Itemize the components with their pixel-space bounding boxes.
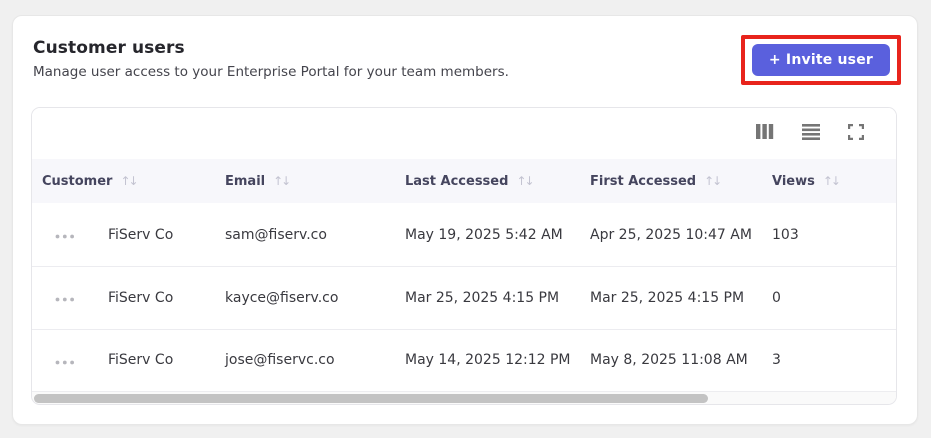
table-row[interactable]: FiServ Co jose@fiservc.co May 14, 2025 1… (32, 328, 896, 392)
column-label: Views (772, 173, 815, 189)
row-action-cell (32, 223, 98, 246)
cell-customer: FiServ Co (108, 352, 174, 369)
card-header: Customer users Manage user access to you… (13, 16, 917, 85)
columns-icon (756, 124, 774, 142)
fullscreen-icon (848, 123, 864, 143)
sort-icon[interactable]: ↑↓ (516, 174, 534, 188)
table-header-row: Customer ↑↓ Email ↑↓ Last Accessed ↑↓ Fi… (32, 158, 896, 204)
annotation-highlight-box: + Invite user (740, 35, 901, 85)
density-button[interactable] (800, 122, 822, 145)
cell-email: sam@fiserv.co (225, 226, 327, 243)
row-menu-button[interactable] (53, 286, 77, 309)
ellipsis-icon (55, 290, 75, 305)
sort-icon[interactable]: ↑↓ (273, 174, 291, 188)
column-label: First Accessed (590, 173, 697, 189)
scrollbar-thumb[interactable] (34, 394, 708, 404)
column-label: Last Accessed (405, 173, 509, 189)
row-menu-button[interactable] (53, 223, 77, 246)
table-toolbar (32, 108, 896, 159)
cell-first-accessed: May 8, 2025 11:08 AM (590, 352, 748, 369)
sort-icon[interactable]: ↑↓ (823, 174, 841, 188)
row-menu-button[interactable] (53, 349, 77, 372)
column-header-first-accessed[interactable]: First Accessed ↑↓ (580, 174, 762, 189)
sort-icon[interactable]: ↑↓ (704, 174, 722, 188)
cell-first-accessed: Mar 25, 2025 4:15 PM (590, 289, 745, 306)
cell-customer: FiServ Co (108, 289, 174, 306)
horizontal-scrollbar[interactable] (32, 391, 896, 404)
ellipsis-icon (55, 227, 75, 242)
cell-views: 0 (772, 289, 781, 306)
table-row[interactable]: FiServ Co kayce@fiserv.co Mar 25, 2025 4… (32, 265, 896, 329)
column-header-last-accessed[interactable]: Last Accessed ↑↓ (395, 174, 580, 189)
cell-customer: FiServ Co (108, 226, 174, 243)
fullscreen-button[interactable] (846, 122, 866, 145)
ellipsis-icon (55, 353, 75, 368)
users-table: Customer ↑↓ Email ↑↓ Last Accessed ↑↓ Fi… (31, 107, 897, 405)
cell-last-accessed: May 19, 2025 5:42 AM (405, 226, 563, 243)
columns-button[interactable] (754, 122, 776, 144)
column-header-views[interactable]: Views ↑↓ (762, 174, 896, 189)
invite-user-button[interactable]: + Invite user (751, 44, 890, 76)
row-action-cell (32, 286, 98, 309)
column-label: Customer (42, 173, 113, 189)
density-icon (802, 123, 820, 143)
page-title: Customer users (33, 38, 185, 58)
sort-icon[interactable]: ↑↓ (120, 174, 138, 188)
cell-first-accessed: Apr 25, 2025 10:47 AM (590, 226, 752, 243)
page-subtitle: Manage user access to your Enterprise Po… (33, 64, 509, 80)
customer-users-card: Customer users Manage user access to you… (12, 15, 918, 425)
cell-email: kayce@fiserv.co (225, 289, 339, 306)
cell-last-accessed: Mar 25, 2025 4:15 PM (405, 289, 560, 306)
row-action-cell (32, 349, 98, 372)
column-header-email[interactable]: Email ↑↓ (215, 174, 395, 189)
title-block: Customer users Manage user access to you… (33, 38, 509, 80)
table-row[interactable]: FiServ Co sam@fiserv.co May 19, 2025 5:4… (32, 203, 896, 266)
column-label: Email (225, 173, 266, 189)
cell-email: jose@fiservc.co (225, 352, 335, 369)
cell-views: 103 (772, 226, 799, 243)
cell-last-accessed: May 14, 2025 12:12 PM (405, 352, 571, 369)
column-header-customer[interactable]: Customer ↑↓ (32, 174, 215, 189)
cell-views: 3 (772, 352, 781, 369)
